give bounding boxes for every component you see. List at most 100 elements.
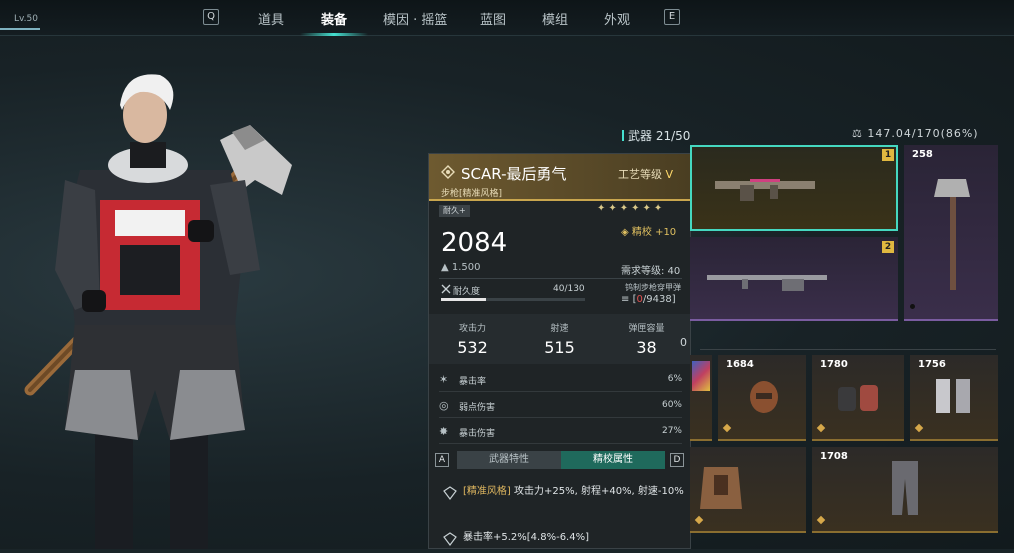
rarity-diamond — [816, 515, 826, 525]
attribute-row: ◎ 弱点伤害 60% — [439, 394, 682, 418]
tab-equipment[interactable]: 装备 — [321, 9, 347, 28]
attribute-value: 27% — [661, 426, 682, 436]
stat-value: 38 — [636, 338, 657, 357]
refine-text: 精校 +10 — [631, 227, 677, 238]
character-model — [20, 70, 310, 549]
dot-marker — [910, 304, 915, 309]
stat-value: 532 — [457, 338, 488, 357]
gloves-icon — [838, 385, 878, 411]
rarity-diamond — [914, 423, 924, 433]
slot-badge: 1 — [882, 149, 894, 161]
tooltip-header: SCAR-最后勇气 步枪[精准风格] 工艺等级 V — [429, 154, 690, 201]
divider — [439, 278, 682, 279]
stat-attack: 攻击力 532 — [429, 321, 516, 357]
armor-count-partial: 0 — [680, 336, 687, 349]
weapon-card[interactable]: 258 — [904, 145, 998, 321]
required-level: 需求等级: 40 — [621, 266, 681, 277]
armor-card[interactable]: 1684 — [718, 355, 806, 441]
item-power: 2084 — [441, 228, 508, 258]
pants-icon — [892, 461, 918, 515]
carry-weight: ⚖ 147.04/170(86%) — [852, 127, 979, 140]
armor-card-partial[interactable] — [690, 355, 712, 441]
stat-label: 射速 — [550, 324, 569, 334]
weapon-card[interactable]: 2 — [690, 237, 898, 321]
perk-row: 暴击率+5.2%[4.8%-6.4%] — [443, 530, 688, 546]
refine-level: ◈ 精校 +10 — [621, 223, 676, 238]
item-subtitle: 步枪[精准风格] — [441, 189, 503, 199]
armor-card[interactable]: 1780 — [812, 355, 904, 441]
refine-perk-icon — [443, 532, 457, 546]
ammo-icon: ≡ — [621, 294, 630, 305]
key-hint-e[interactable]: E — [664, 9, 680, 25]
player-level: Lv.50 — [14, 14, 38, 24]
key-hint-d[interactable]: D — [670, 453, 684, 467]
durability-value: 40/130 — [553, 284, 585, 294]
section-divider — [700, 349, 996, 350]
tab-meme-cradle[interactable]: 模因 · 摇篮 — [383, 9, 447, 28]
item-weight: ▲ 1.500 — [441, 262, 481, 273]
helmet-icon — [750, 381, 778, 413]
tab-items[interactable]: 道具 — [258, 9, 284, 28]
armor-card[interactable] — [690, 447, 806, 533]
item-power: 1780 — [820, 359, 848, 370]
tab-mods[interactable]: 模组 — [542, 9, 568, 28]
active-tab-indicator — [300, 33, 368, 36]
rarity-stars: ✦✦✦✦✦✦ — [597, 203, 666, 214]
rifle-icon — [707, 275, 827, 291]
skin-icon — [692, 361, 710, 391]
crit-rate-icon: ✶ — [439, 373, 449, 386]
item-power: 1708 — [820, 451, 848, 462]
section-marker — [622, 130, 624, 141]
attribute-value: 6% — [667, 374, 682, 384]
wrench-icon — [441, 284, 451, 294]
ammo-count: ≡ [0/9438] — [621, 294, 676, 305]
stat-magazine: 弹匣容量 38 — [603, 321, 690, 357]
weapons-header: 武器 21/50 — [622, 127, 690, 144]
tab-blueprints[interactable]: 蓝图 — [480, 9, 506, 28]
item-tooltip: SCAR-最后勇气 步枪[精准风格] 工艺等级 V 耐久+ ✦✦✦✦✦✦ ◈ 精… — [428, 153, 691, 549]
armor-card[interactable]: 1756 — [910, 355, 998, 441]
tab-weapon-traits[interactable]: 武器特性 — [457, 451, 561, 469]
attribute-name: 弱点伤害 — [459, 403, 496, 413]
perk-text: 暴击率+5.2%[4.8%-6.4%] — [463, 532, 590, 543]
key-hint-q[interactable]: Q — [203, 9, 219, 25]
axe-icon — [934, 179, 970, 290]
weapon-card-selected[interactable]: 1 — [690, 145, 898, 231]
item-power: 258 — [912, 149, 933, 160]
perk-row: [精准风格] 攻击力+25%, 射程+40%, 射速-10% — [443, 484, 688, 500]
craft-level: 工艺等级 V — [618, 166, 673, 182]
weight-value: 1.500 — [451, 262, 481, 273]
attribute-value: 60% — [661, 400, 682, 410]
item-power: 1756 — [918, 359, 946, 370]
tooltip-tabs: A 武器特性 精校属性 D — [429, 450, 690, 472]
ammo-total: /9438 — [642, 294, 672, 305]
stat-fire-rate: 射速 515 — [516, 321, 603, 357]
chest-armor-icon — [700, 467, 742, 509]
attribute-row: ✸ 暴击伤害 27% — [439, 420, 682, 444]
refine-icon: ◈ — [621, 227, 629, 238]
armor-card[interactable]: 1708 — [812, 447, 998, 533]
item-power: 1684 — [726, 359, 754, 370]
craft-level-value: V — [665, 168, 674, 181]
refine-perk-icon — [443, 486, 457, 500]
durability-bar — [441, 298, 585, 301]
weapon-type-icon — [441, 165, 455, 179]
carry-weight-value: 147.04/170(86%) — [867, 127, 979, 140]
stat-label: 攻击力 — [458, 324, 486, 334]
key-hint-a[interactable]: A — [435, 453, 449, 467]
durability-bar-fill — [441, 298, 486, 301]
weakpoint-icon: ◎ — [439, 399, 449, 412]
boots-icon — [936, 379, 970, 413]
weight-icon: ▲ — [441, 262, 449, 273]
slot-badge: 2 — [882, 241, 894, 253]
top-nav-bar: Lv.50 Q 道具 装备 模因 · 摇篮 蓝图 模组 外观 E — [0, 0, 1014, 36]
stat-value: 515 — [544, 338, 575, 357]
rarity-diamond — [816, 423, 826, 433]
ammo-type: 钨制步枪穿甲弹 — [625, 283, 681, 292]
tab-appearance[interactable]: 外观 — [604, 9, 630, 28]
attribute-row: ✶ 暴击率 6% — [439, 368, 682, 392]
tab-refine-attributes[interactable]: 精校属性 — [561, 451, 665, 469]
item-name: SCAR-最后勇气 — [461, 165, 567, 183]
rarity-diamond — [694, 515, 704, 525]
attribute-name: 暴击伤害 — [459, 429, 496, 439]
